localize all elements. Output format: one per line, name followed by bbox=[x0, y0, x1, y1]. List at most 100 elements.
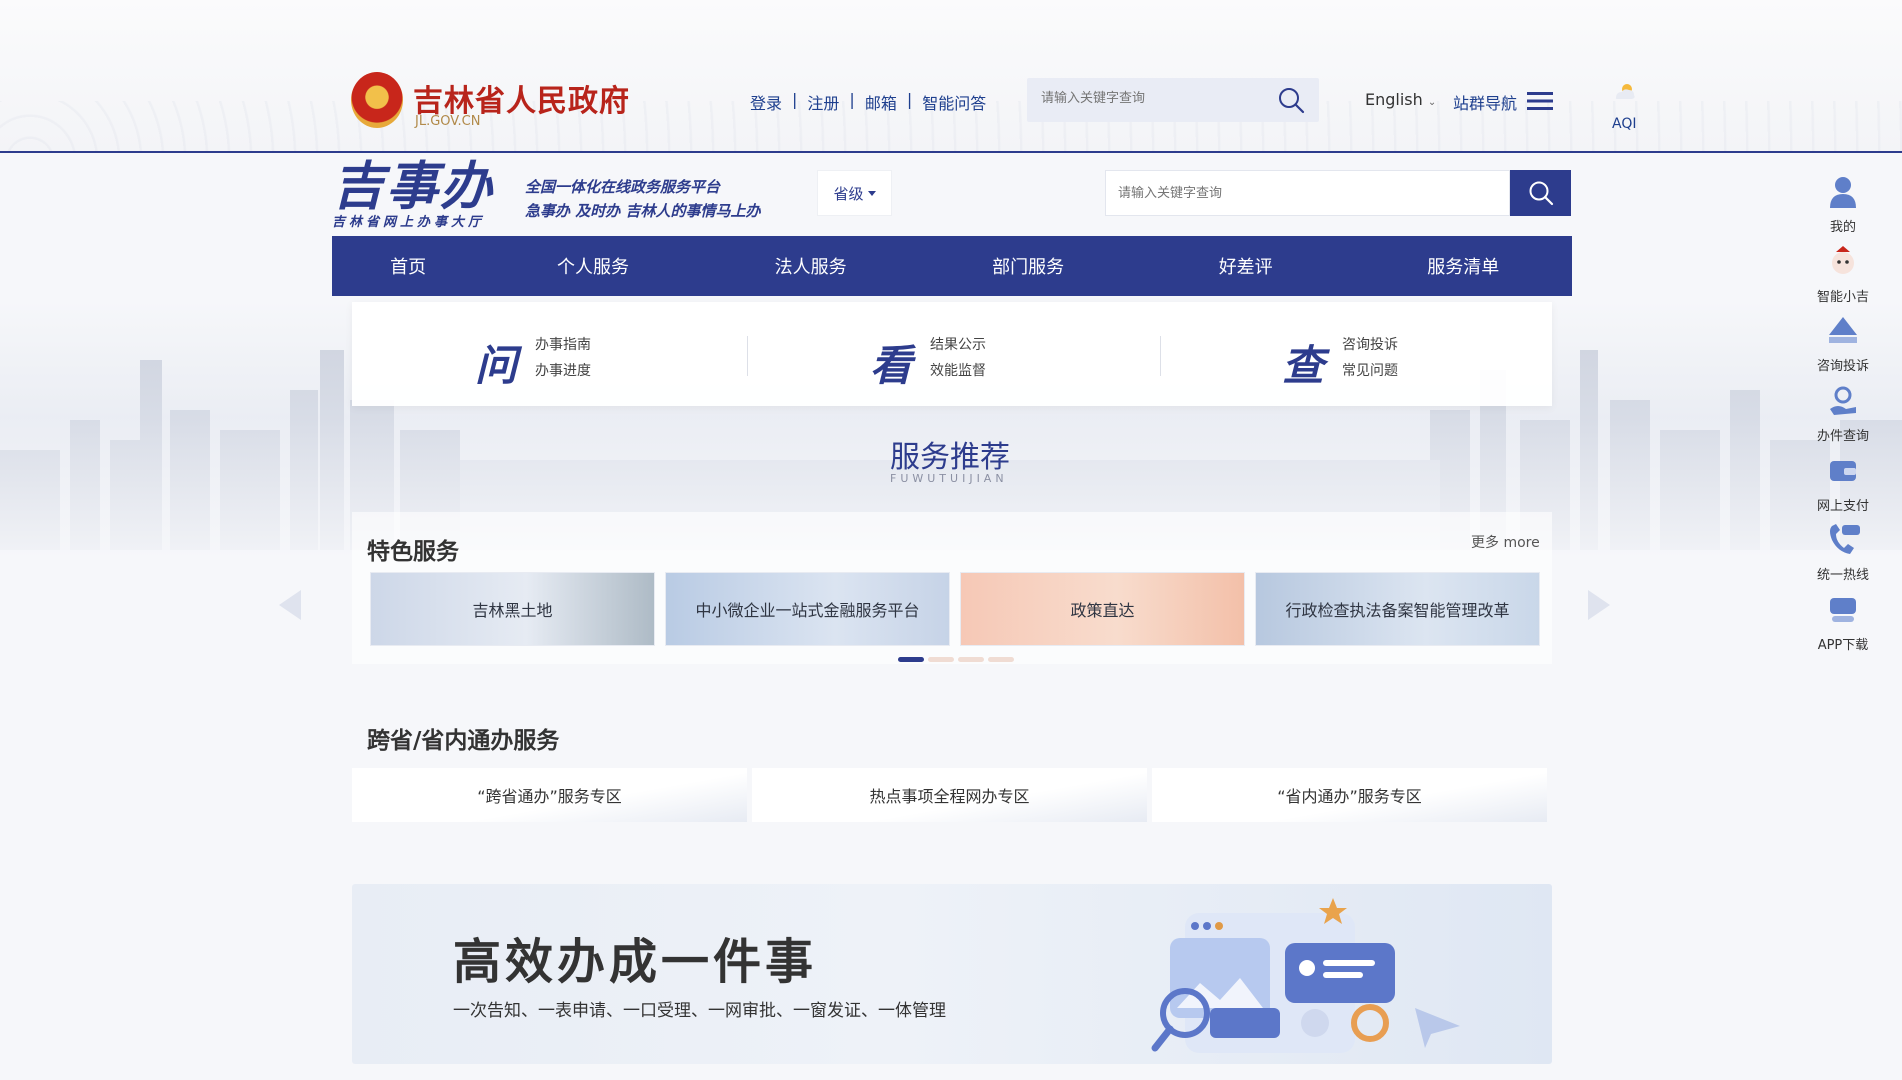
more-link[interactable]: 更多 more bbox=[1471, 532, 1540, 552]
faq-link[interactable]: 常见问题 bbox=[1342, 358, 1398, 384]
paper-plane-icon bbox=[1829, 317, 1857, 343]
view-glyph: 看 bbox=[870, 341, 913, 390]
carousel-dot[interactable] bbox=[958, 657, 984, 662]
sidebar-item-app-download[interactable]: APP下载 bbox=[1800, 592, 1886, 653]
search-hand-icon bbox=[1830, 386, 1856, 415]
sidebar-label: 统一热线 bbox=[1816, 568, 1869, 583]
register-link[interactable]: 注册 bbox=[807, 90, 839, 114]
language-switch[interactable]: English ⌄ bbox=[1365, 90, 1436, 109]
sidebar-item-complaint[interactable]: 咨询投诉 bbox=[1800, 313, 1886, 374]
phone-hotline-icon bbox=[1830, 524, 1860, 554]
top-search-input[interactable] bbox=[1041, 90, 1261, 105]
featured-card[interactable]: 政策直达 bbox=[960, 572, 1245, 646]
featured-card[interactable]: 吉林黑土地 bbox=[370, 572, 655, 646]
one-thing-subtitle: 一次告知、一表申请、一口受理、一网审批、一窗发证、一体管理 bbox=[453, 1001, 946, 1021]
progress-link[interactable]: 办事进度 bbox=[535, 358, 591, 384]
user-icon bbox=[1830, 177, 1856, 208]
level-select-value: 省级 bbox=[833, 184, 864, 203]
carousel-dot[interactable] bbox=[988, 657, 1014, 662]
hot-online-card[interactable]: 热点事项全程网办专区 bbox=[752, 768, 1147, 822]
ask-glyph: 问 bbox=[475, 341, 518, 390]
view-links: 结果公示 效能监督 bbox=[930, 332, 986, 384]
app-download-icon bbox=[1830, 598, 1856, 622]
in-province-card[interactable]: “省内通办”服务专区 bbox=[1152, 768, 1547, 822]
nav-service-evaluation[interactable]: 好差评 bbox=[1137, 236, 1355, 296]
featured-services-title: 特色服务 bbox=[367, 539, 459, 565]
featured-card[interactable]: 行政检查执法备案智能管理改革 bbox=[1255, 572, 1540, 646]
weather-icon[interactable] bbox=[1612, 80, 1638, 102]
sidebar-label: 我的 bbox=[1829, 220, 1856, 235]
featured-card-label: 政策直达 bbox=[1070, 601, 1135, 620]
result-publicity-link[interactable]: 结果公示 bbox=[930, 332, 986, 358]
robot-assistant-icon bbox=[1832, 246, 1854, 274]
query-links: 咨询投诉 常见问题 bbox=[1342, 332, 1398, 384]
jishiban-logo[interactable]: 吉事办 bbox=[332, 160, 494, 214]
site-domain: JL.GOV.CN bbox=[415, 114, 481, 129]
document-illustration-icon bbox=[1151, 898, 1460, 1053]
nav-personal-services[interactable]: 个人服务 bbox=[484, 236, 702, 296]
cross-services-title: 跨省/省内通办服务 bbox=[367, 728, 560, 754]
main-search-input[interactable] bbox=[1118, 185, 1488, 200]
divider bbox=[747, 336, 748, 376]
efficiency-supervision-link[interactable]: 效能监督 bbox=[930, 358, 986, 384]
sidebar-label: 咨询投诉 bbox=[1816, 359, 1869, 374]
aqi-label[interactable]: AQI bbox=[1612, 116, 1636, 132]
carousel-next-arrow[interactable] bbox=[1588, 590, 1610, 620]
carousel-dots bbox=[898, 657, 1014, 662]
complaint-link[interactable]: 咨询投诉 bbox=[1342, 332, 1398, 358]
link-separator: | bbox=[906, 90, 913, 109]
chevron-down-icon: ⌄ bbox=[1427, 97, 1437, 108]
cross-card-label: “省内通办”服务专区 bbox=[1277, 787, 1422, 806]
wallet-icon bbox=[1830, 461, 1856, 481]
section-title-recommend: 服务推荐 bbox=[890, 440, 1010, 475]
nav-department-services[interactable]: 部门服务 bbox=[919, 236, 1137, 296]
cross-card-label: 热点事项全程网办专区 bbox=[869, 787, 1030, 806]
nav-corporate-services[interactable]: 法人服务 bbox=[702, 236, 920, 296]
nav-home[interactable]: 首页 bbox=[332, 236, 484, 296]
cross-province-card[interactable]: “跨省通办”服务专区 bbox=[352, 768, 747, 822]
featured-card-label: 行政检查执法备案智能管理改革 bbox=[1285, 601, 1510, 620]
sidebar-item-online-payment[interactable]: 网上支付 bbox=[1800, 453, 1886, 514]
sidebar-label: 网上支付 bbox=[1816, 499, 1869, 514]
featured-card-label: 吉林黑土地 bbox=[472, 601, 553, 620]
site-group-nav[interactable]: 站群导航 bbox=[1453, 90, 1517, 114]
login-link[interactable]: 登录 bbox=[750, 90, 782, 114]
sidebar-label: APP下载 bbox=[1817, 638, 1869, 653]
smart-qa-link[interactable]: 智能问答 bbox=[922, 90, 986, 114]
platform-slogan-2: 急事办 及时办 吉林人的事情马上办 bbox=[525, 202, 761, 220]
main-search-button[interactable] bbox=[1510, 170, 1571, 216]
platform-slogan: 全国一体化在线政务服务平台 bbox=[525, 178, 721, 196]
guide-link[interactable]: 办事指南 bbox=[535, 332, 591, 358]
carousel-dot[interactable] bbox=[898, 657, 924, 662]
national-emblem-icon bbox=[351, 72, 403, 128]
carousel-prev-arrow[interactable] bbox=[279, 590, 301, 620]
language-label: English bbox=[1365, 90, 1423, 109]
cross-card-label: “跨省通办”服务专区 bbox=[477, 787, 622, 806]
top-links: 登录 | 注册 | 邮箱 | 智能问答 bbox=[750, 90, 986, 114]
menu-icon[interactable] bbox=[1527, 91, 1553, 111]
caret-down-icon bbox=[867, 190, 876, 196]
sidebar-item-case-query[interactable]: 办件查询 bbox=[1800, 383, 1886, 444]
level-select[interactable]: 省级 bbox=[817, 170, 892, 216]
featured-card[interactable]: 中小微企业一站式金融服务平台 bbox=[665, 572, 950, 646]
featured-card-label: 中小微企业一站式金融服务平台 bbox=[695, 601, 920, 620]
ask-links: 办事指南 办事进度 bbox=[535, 332, 591, 384]
top-search-box bbox=[1027, 78, 1319, 122]
section-subtitle-recommend: FUWUTUIJIAN bbox=[890, 472, 1008, 485]
sidebar-label: 办件查询 bbox=[1816, 429, 1869, 444]
query-glyph: 查 bbox=[1282, 341, 1325, 390]
one-thing-title: 高效办成一件事 bbox=[453, 934, 818, 990]
sidebar-item-hotline[interactable]: 统一热线 bbox=[1800, 522, 1886, 583]
mail-link[interactable]: 邮箱 bbox=[865, 90, 897, 114]
sidebar-item-mine[interactable]: 我的 bbox=[1800, 174, 1886, 235]
main-nav: 首页 个人服务 法人服务 部门服务 好差评 服务清单 bbox=[332, 236, 1572, 296]
main-search-box bbox=[1105, 170, 1510, 216]
nav-service-list[interactable]: 服务清单 bbox=[1354, 236, 1572, 296]
sidebar-label: 智能小吉 bbox=[1816, 290, 1869, 305]
jishiban-logo-subtitle: 吉林省网上办事大厅 bbox=[332, 215, 486, 230]
search-icon[interactable] bbox=[1277, 86, 1305, 114]
sidebar-item-assistant[interactable]: 智能小吉 bbox=[1800, 244, 1886, 305]
link-separator: | bbox=[792, 90, 798, 109]
search-icon bbox=[1529, 181, 1553, 206]
carousel-dot[interactable] bbox=[928, 657, 954, 662]
